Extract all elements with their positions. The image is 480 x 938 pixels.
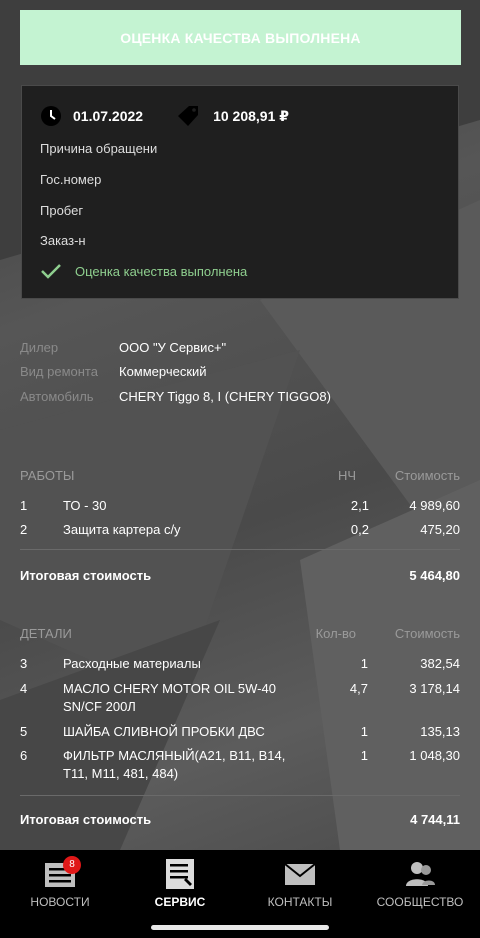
order-number-label: Заказ-н xyxy=(40,233,86,248)
tab-news-label: НОВОСТИ xyxy=(30,895,90,909)
banner-text: ОЦЕНКА КАЧЕСТВА ВЫПОЛНЕНА xyxy=(120,29,361,46)
row-qty: 0,2 xyxy=(350,522,369,537)
row-number: 5 xyxy=(20,724,28,739)
works-header: РАБОТЫ НЧ Стоимость xyxy=(20,468,460,483)
check-icon xyxy=(41,264,61,279)
community-icon xyxy=(406,862,435,886)
row-qty: 1 xyxy=(360,748,368,763)
service-icon xyxy=(166,859,194,889)
row-cost: 475,20 xyxy=(420,522,460,537)
dealer-value: ООО "У Сервис+" xyxy=(119,340,227,355)
quality-status: Оценка качества выполнена xyxy=(40,262,247,280)
clock-icon xyxy=(41,106,61,126)
tab-service-label: СЕРВИС xyxy=(154,895,206,909)
row-name: ШАЙБА СЛИВНОЙ ПРОБКИ ДВС xyxy=(63,724,265,739)
tab-news[interactable]: 8 НОВОСТИ xyxy=(0,850,120,938)
row-number: 3 xyxy=(20,656,28,671)
works-total-label: Итоговая стоимость xyxy=(20,568,152,583)
plate-label: Гос.номер xyxy=(40,172,102,187)
row-qty: 1 xyxy=(360,656,368,671)
parts-total: Итоговая стоимость 4 744,11 xyxy=(20,812,460,827)
repair-label: Вид ремонта xyxy=(20,364,98,379)
row-qty: 4,7 xyxy=(349,681,368,696)
works-qty-header: НЧ xyxy=(337,468,356,483)
order-price: 10 208,91 ₽ xyxy=(213,107,289,124)
row-number: 4 xyxy=(20,681,28,696)
parts-title: ДЕТАЛИ xyxy=(20,626,72,641)
row-number: 1 xyxy=(20,498,28,513)
parts-cost-header: Стоимость xyxy=(394,626,460,641)
row-cost: 4 989,60 xyxy=(409,498,460,513)
row-number: 6 xyxy=(20,748,28,763)
home-indicator[interactable] xyxy=(151,925,329,930)
order-date: 01.07.2022 xyxy=(73,108,144,124)
quality-status-text: Оценка качества выполнена xyxy=(75,263,248,279)
row-name: ТО - 30 xyxy=(63,498,107,513)
repair-value: Коммерческий xyxy=(119,364,207,379)
mileage-label: Пробег xyxy=(40,203,84,218)
order-card[interactable]: 01.07.2022 10 208,91 ₽ Причина обращени … xyxy=(21,85,459,299)
row-name: Защита картера с/у xyxy=(63,522,181,537)
works-title: РАБОТЫ xyxy=(20,468,75,483)
works-total: Итоговая стоимость 5 464,80 xyxy=(20,568,460,583)
row-name: ФИЛЬТР МАСЛЯНЫЙ(A21, B11, B14, T11, M11,… xyxy=(63,748,286,781)
parts-qty-header: Кол-во xyxy=(315,626,356,641)
row-cost: 1 048,30 xyxy=(409,748,460,763)
parts-total-value: 4 744,11 xyxy=(410,812,460,827)
row-qty: 2,1 xyxy=(350,498,369,513)
row-number: 2 xyxy=(20,522,28,537)
quality-banner: ОЦЕНКА КАЧЕСТВА ВЫПОЛНЕНА xyxy=(20,10,461,65)
price-tag-icon xyxy=(178,106,199,126)
row-cost: 3 178,14 xyxy=(409,681,460,696)
dealer-label: Дилер xyxy=(20,340,59,355)
works-cost-header: Стоимость xyxy=(394,468,460,483)
row-cost: 382,54 xyxy=(420,656,460,671)
row-name: МАСЛО CHERY MOTOR OIL 5W-40 SN/CF 200Л xyxy=(63,681,276,714)
parts-total-label: Итоговая стоимость xyxy=(20,812,152,827)
row-qty: 1 xyxy=(360,724,368,739)
mail-icon xyxy=(284,863,316,885)
car-value: CHERY Tiggo 8, I (CHERY TIGGO8) xyxy=(119,389,331,404)
tab-contacts-label: КОНТАКТЫ xyxy=(267,895,333,909)
tab-community[interactable]: СООБЩЕСТВО xyxy=(360,850,480,938)
works-total-value: 5 464,80 xyxy=(409,568,460,583)
parts-header: ДЕТАЛИ Кол-во Стоимость xyxy=(20,626,460,641)
news-badge: 8 xyxy=(63,856,81,874)
card-header-row: 01.07.2022 10 208,91 ₽ xyxy=(40,104,289,128)
car-label: Автомобиль xyxy=(20,389,94,404)
reason-label: Причина обращени xyxy=(40,141,158,156)
divider xyxy=(20,795,460,796)
row-name: Расходные материалы xyxy=(63,656,201,671)
tab-community-label: СООБЩЕСТВО xyxy=(376,895,464,909)
divider xyxy=(20,549,460,550)
row-cost: 135,13 xyxy=(420,724,460,739)
